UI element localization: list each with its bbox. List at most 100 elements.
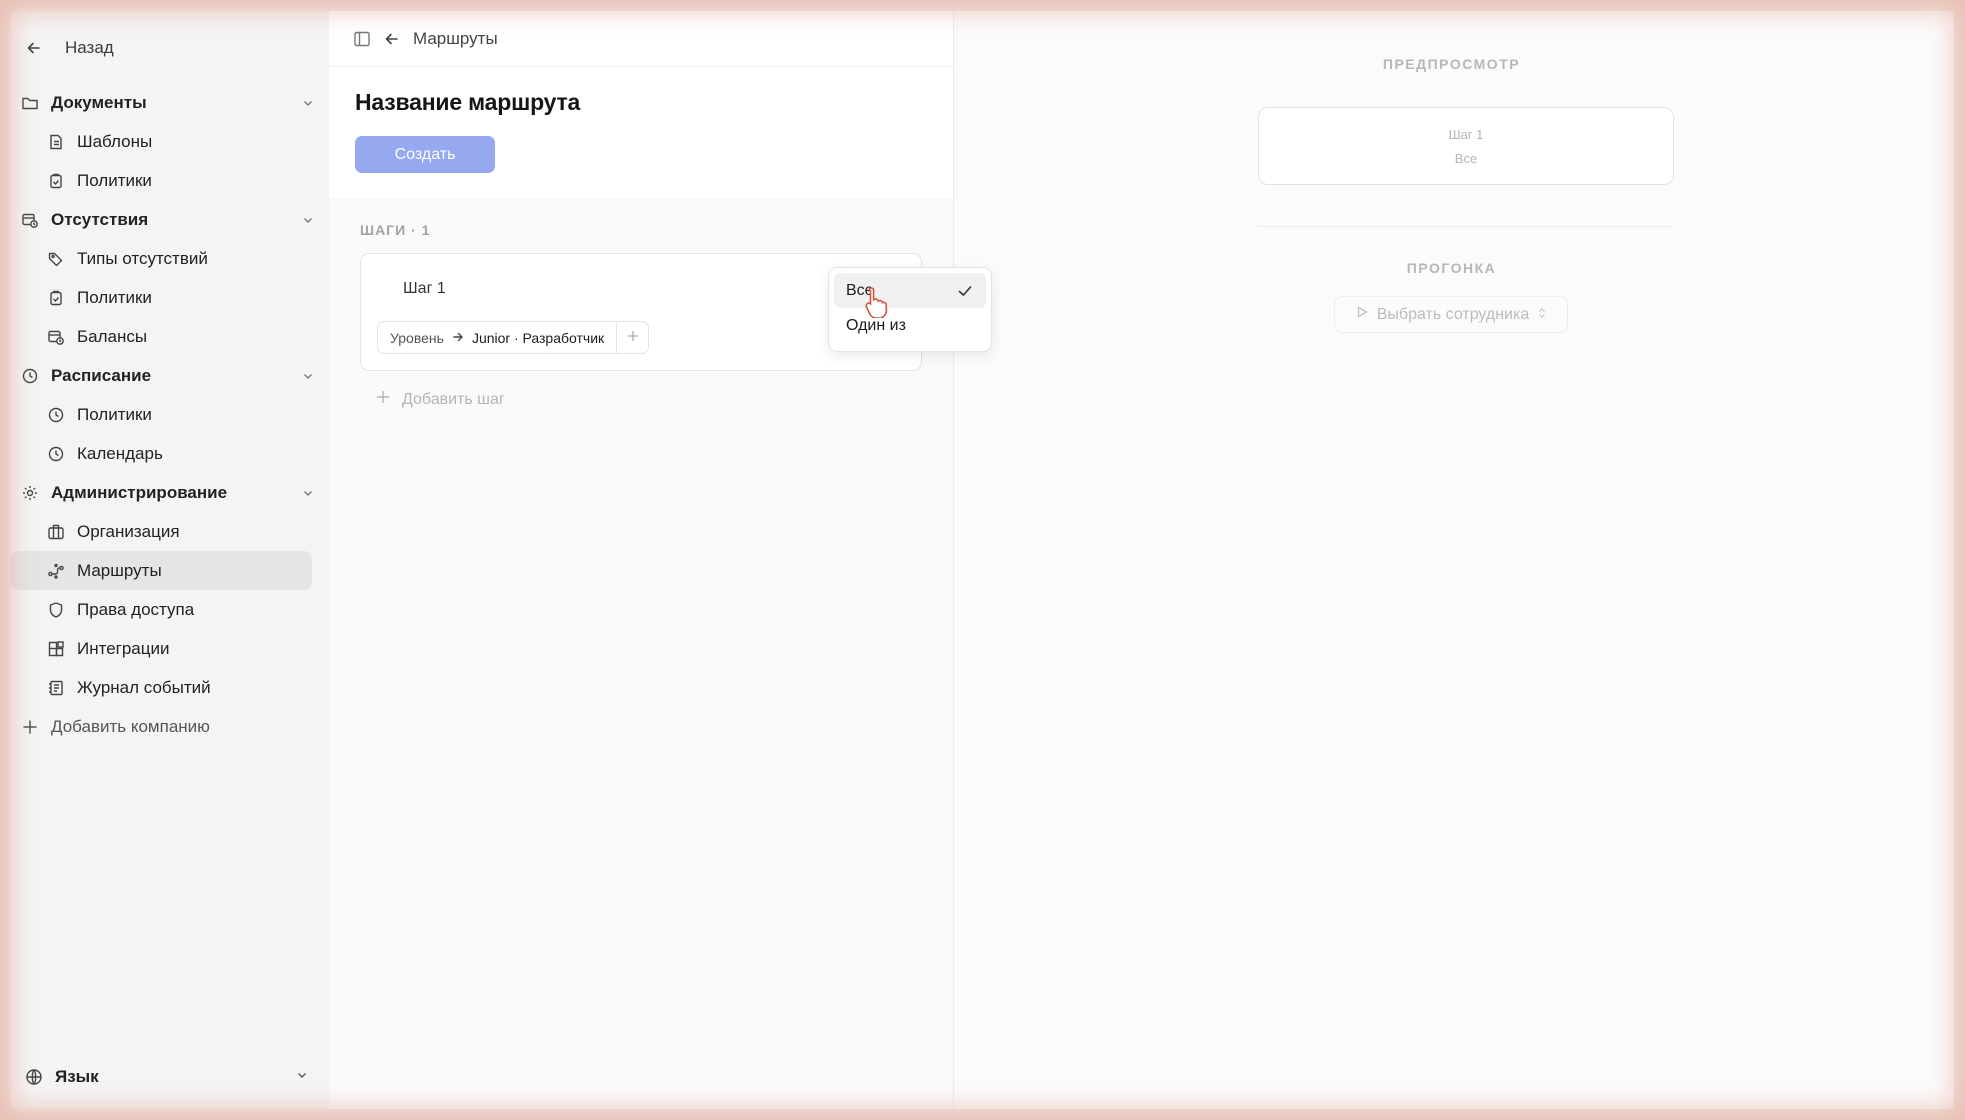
dropdown-option-one-of[interactable]: Один из	[834, 308, 986, 343]
steps-count-label: ШАГИ · 1	[360, 222, 431, 238]
group-label: Администрирование	[51, 482, 228, 502]
group-documents[interactable]: Документы	[11, 83, 329, 122]
chevron-down-icon	[301, 368, 315, 388]
route-icon	[47, 562, 65, 580]
sidebar-nav: Документы Шаблоны Политики Отсутствия Ти…	[11, 83, 329, 746]
sidebar-item-balances[interactable]: Балансы	[11, 317, 329, 356]
sidebar-item-schedule-policies[interactable]: Политики	[11, 395, 329, 434]
preview-step-card: Шаг 1 Все	[1258, 107, 1674, 185]
group-schedule[interactable]: Расписание	[11, 356, 329, 395]
blocks-icon	[47, 640, 65, 658]
chevron-down-icon	[295, 1067, 309, 1087]
group-label: Расписание	[51, 365, 152, 385]
sidebar-item-access-rights[interactable]: Права доступа	[11, 590, 329, 629]
group-absences[interactable]: Отсутствия	[11, 200, 329, 239]
globe-icon	[25, 1068, 43, 1086]
clock-icon	[21, 367, 39, 385]
option-label: Один из	[846, 316, 906, 334]
chevron-down-icon	[301, 485, 315, 505]
shield-icon	[47, 601, 65, 619]
breadcrumb[interactable]: Маршруты	[413, 29, 498, 49]
create-button[interactable]: Создать	[355, 136, 495, 173]
group-administration[interactable]: Администрирование	[11, 473, 329, 512]
file-icon	[47, 133, 65, 151]
preview-panel: ПРЕДПРОСМОТР Шаг 1 Все ПРОГОНКА Выбрать …	[954, 11, 1954, 1109]
play-icon	[1355, 305, 1369, 324]
group-label: Отсутствия	[51, 209, 149, 229]
preview-step-mode: Все	[1454, 150, 1478, 166]
sidebar-item-templates[interactable]: Шаблоны	[11, 122, 329, 161]
step-name[interactable]: Шаг 1	[403, 280, 446, 298]
back-link[interactable]: Назад	[25, 30, 114, 66]
pick-employee-label: Выбрать сотрудника	[1376, 305, 1530, 323]
condition-chip[interactable]: Уровень Junior · Разработчик	[377, 321, 650, 354]
language-selector[interactable]: Язык	[25, 1059, 309, 1095]
sidebar-item-integrations[interactable]: Интеграции	[11, 629, 329, 668]
mouse-cursor-icon	[864, 286, 890, 319]
condition-key: Уровень	[390, 329, 444, 346]
sidebar-item-organization[interactable]: Организация	[11, 512, 329, 551]
mode-dropdown: Все Один из	[828, 267, 992, 352]
sidebar-item-absence-types[interactable]: Типы отсутствий	[11, 239, 329, 278]
sidebar-item-label: Балансы	[77, 326, 148, 346]
sidebar-item-calendar[interactable]: Календарь	[11, 434, 329, 473]
sidebar-item-label: Календарь	[77, 443, 163, 463]
plus-icon	[21, 718, 39, 736]
log-icon	[47, 679, 65, 697]
calendar-clock-icon	[47, 328, 65, 346]
preview-label: ПРЕДПРОСМОТР	[1382, 56, 1521, 72]
clipboard-icon	[47, 172, 65, 190]
divider	[1258, 226, 1674, 227]
sidebar-item-label: Организация	[77, 521, 180, 541]
sidebar-item-label: Политики	[77, 287, 152, 307]
gear-icon	[21, 484, 39, 502]
run-label: ПРОГОНКА	[1406, 260, 1497, 276]
add-step-button[interactable]: Добавить шаг	[376, 390, 505, 409]
sidebar-item-label: Политики	[77, 170, 152, 190]
sidebar-item-label: Маршруты	[77, 560, 162, 580]
arrow-right-icon	[452, 330, 464, 346]
editor-header: Маршруты	[329, 11, 953, 67]
add-company-label: Добавить компанию	[51, 716, 210, 736]
editor-top: Название маршрута Создать	[329, 67, 953, 198]
dropdown-option-all[interactable]: Все	[834, 273, 986, 308]
check-icon	[956, 282, 974, 300]
sidebar: Назад Документы Шаблоны Политики Отсутст…	[11, 11, 329, 1109]
preview-step-title: Шаг 1	[1448, 126, 1484, 142]
tag-icon	[47, 250, 65, 268]
add-step-label: Добавить шаг	[402, 390, 505, 408]
sidebar-item-label: Политики	[77, 404, 152, 424]
plus-icon	[627, 329, 639, 347]
calendar-clock-icon	[21, 211, 39, 229]
folder-icon	[21, 94, 39, 112]
sidebar-item-document-policies[interactable]: Политики	[11, 161, 329, 200]
add-condition-button[interactable]	[616, 322, 648, 353]
condition-value: Junior · Разработчик	[471, 329, 605, 346]
sidebar-item-label: Интеграции	[77, 638, 170, 658]
arrow-left-icon[interactable]	[383, 30, 401, 48]
route-title[interactable]: Название маршрута	[355, 89, 927, 116]
app-window: Назад Документы Шаблоны Политики Отсутст…	[11, 11, 1954, 1109]
condition-chip-body[interactable]: Уровень Junior · Разработчик	[378, 322, 616, 353]
building-icon	[47, 523, 65, 541]
clock-icon	[47, 445, 65, 463]
group-label: Документы	[51, 92, 147, 112]
language-label: Язык	[55, 1067, 99, 1086]
sidebar-item-routes[interactable]: Маршруты	[11, 551, 312, 590]
clock-icon	[47, 406, 65, 424]
sidebar-item-label: Типы отсутствий	[77, 248, 208, 268]
sidebar-item-event-log[interactable]: Журнал событий	[11, 668, 329, 707]
chevron-down-icon	[301, 95, 315, 115]
route-editor: Маршруты Название маршрута Создать ШАГИ …	[329, 11, 954, 1109]
add-company-button[interactable]: Добавить компанию	[11, 707, 329, 746]
plus-icon	[376, 390, 390, 409]
sidebar-item-label: Журнал событий	[77, 677, 211, 697]
arrow-left-icon	[25, 39, 43, 57]
sidebar-item-absence-policies[interactable]: Политики	[11, 278, 329, 317]
chevron-updown-icon	[1537, 307, 1547, 322]
sidebar-toggle-icon[interactable]	[353, 30, 371, 48]
back-label: Назад	[65, 38, 114, 57]
sidebar-item-label: Шаблоны	[77, 131, 153, 151]
sidebar-item-label: Права доступа	[77, 599, 195, 619]
pick-employee-button[interactable]: Выбрать сотрудника	[1334, 296, 1568, 333]
